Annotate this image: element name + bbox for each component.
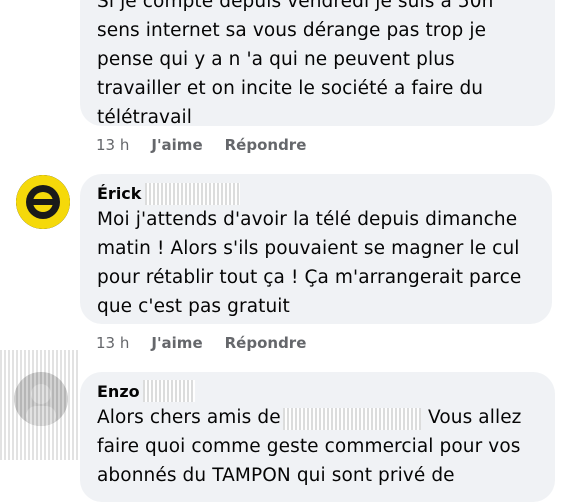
like-button-1[interactable]: J'aime — [151, 136, 202, 154]
redacted-surname-enzo — [143, 380, 195, 402]
comment-text-3-b: Vous allez — [428, 407, 522, 428]
redacted-avatar-strip — [0, 350, 80, 460]
comment-author-2[interactable]: Érick — [97, 184, 141, 203]
reply-button-2[interactable]: Répondre — [225, 334, 307, 352]
reply-button-1[interactable]: Répondre — [225, 136, 307, 154]
comment-text-1: Si je compte depuis vendredi je suis à 5… — [97, 0, 494, 128]
badge-logo-icon — [16, 175, 70, 229]
comment-actions-1: 13 h J'aime Répondre — [96, 136, 306, 154]
redacted-surname-erick — [145, 183, 240, 205]
comment-author-3[interactable]: Enzo — [97, 382, 140, 401]
comment-text-2: Moi j'attends d'avoir la télé depuis dim… — [97, 209, 522, 317]
comment-time-2[interactable]: 13 h — [96, 334, 129, 352]
comment-text-3-a: Alors chers amis de — [97, 407, 281, 428]
comment-time-1[interactable]: 13 h — [96, 136, 129, 154]
comment-text-3-rest: faire quoi comme geste commercial pour v… — [97, 436, 521, 486]
comment-actions-2: 13 h J'aime Répondre — [96, 334, 306, 352]
like-button-2[interactable]: J'aime — [151, 334, 202, 352]
redacted-page-name — [283, 408, 421, 430]
avatar-erick[interactable] — [16, 175, 70, 229]
